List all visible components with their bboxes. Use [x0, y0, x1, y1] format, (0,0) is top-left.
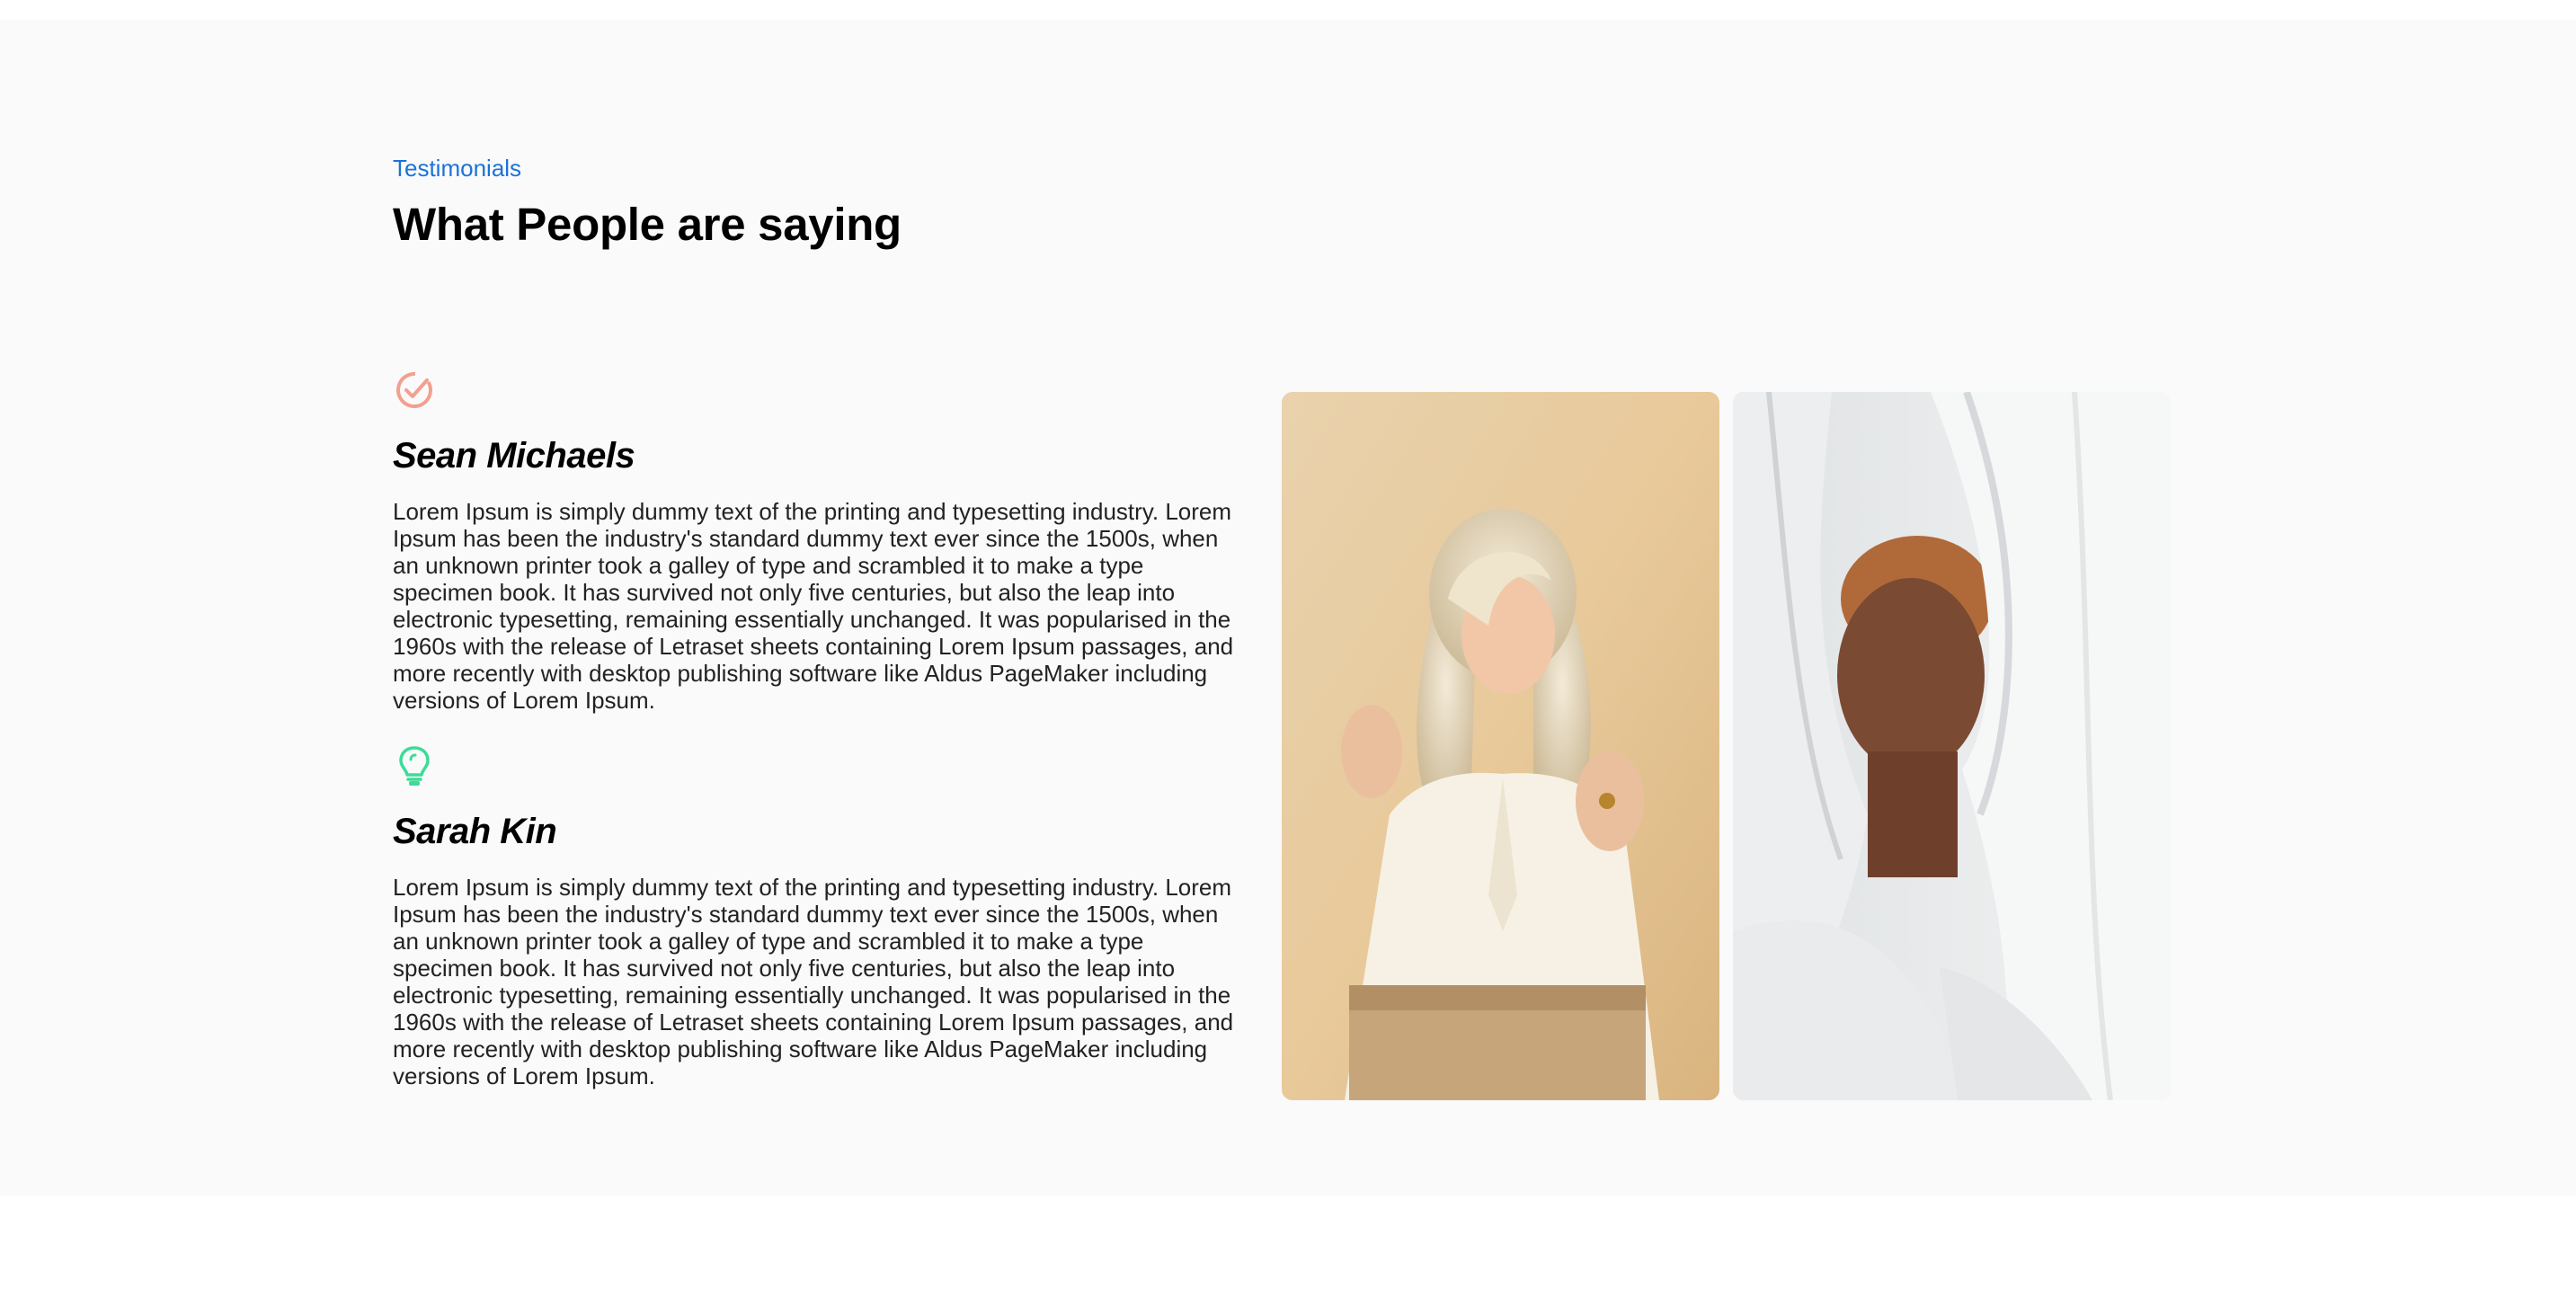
section-eyebrow: Testimonials — [393, 155, 522, 182]
testimonial-name: Sarah Kin — [393, 812, 557, 851]
testimonial-text: Lorem Ipsum is simply dummy text of the … — [393, 874, 1234, 1089]
testimonial-card: Sean Michaels Lorem Ipsum is simply dumm… — [393, 369, 1247, 714]
testimonials-section: Testimonials What People are saying Sean… — [0, 20, 2576, 1196]
check-circle-icon — [396, 372, 432, 408]
testimonial-card: Sarah Kin Lorem Ipsum is simply dummy te… — [393, 744, 1247, 1089]
testimonial-name: Sean Michaels — [393, 436, 635, 476]
section-title: What People are saying — [393, 199, 902, 250]
testimonial-photo — [1733, 392, 2171, 1100]
testimonial-photo — [1282, 392, 1719, 1100]
testimonial-text: Lorem Ipsum is simply dummy text of the … — [393, 498, 1234, 714]
lightbulb-icon — [399, 746, 430, 786]
